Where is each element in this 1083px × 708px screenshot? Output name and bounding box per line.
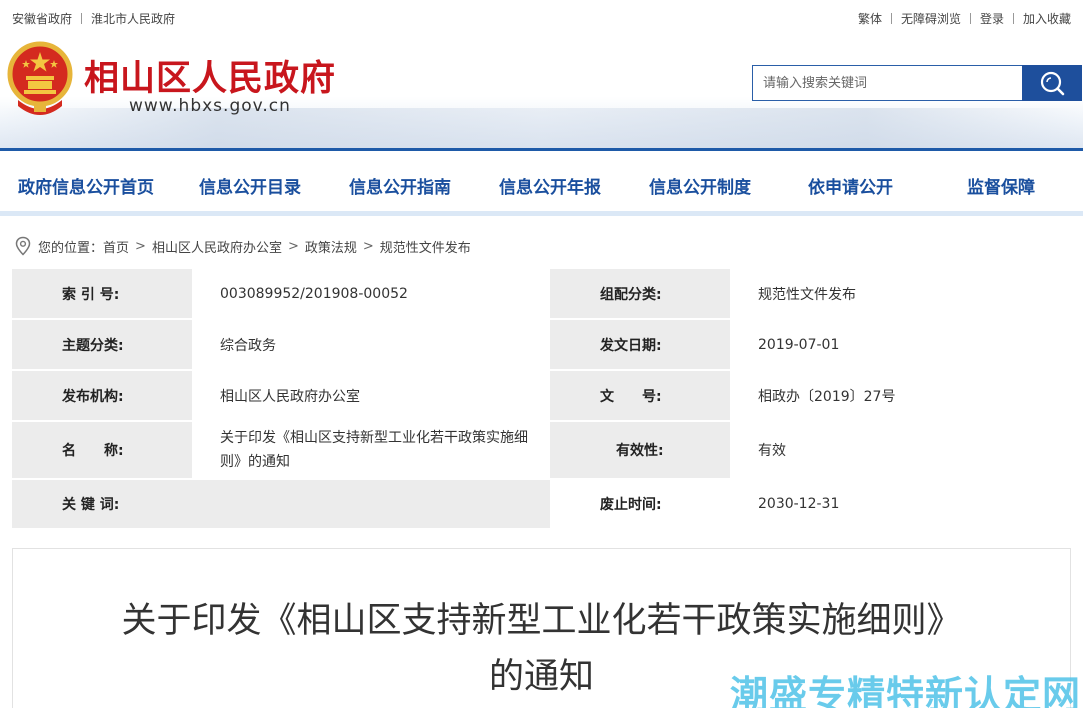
nav-item-disclosure-home[interactable]: 政府信息公开首页	[18, 173, 154, 198]
site-title[interactable]: 相山区人民政府	[84, 50, 336, 101]
value-expiry: 2030-12-31	[730, 480, 1071, 530]
divider	[969, 13, 971, 24]
label-expiry: 废止时间:	[550, 480, 730, 530]
nav-item-system[interactable]: 信息公开制度	[649, 173, 751, 198]
top-bar: 安徽省政府 淮北市人民政府 繁体 无障碍浏览 登录 加入收藏	[0, 0, 1083, 34]
nav-item-supervision[interactable]: 监督保障	[967, 173, 1035, 198]
table-row: 主题分类: 综合政务 发文日期: 2019-07-01	[12, 320, 1071, 371]
breadcrumb-policy[interactable]: 政策法规	[305, 237, 357, 256]
link-accessibility[interactable]: 无障碍浏览	[901, 10, 961, 27]
value-keywords	[192, 480, 550, 530]
breadcrumb: 您的位置： 首页 > 相山区人民政府办公室 > 政策法规 > 规范性文件发布	[14, 236, 471, 256]
breadcrumb-prefix: 您的位置：	[38, 240, 104, 256]
label-index-number: 索 引 号:	[12, 269, 192, 320]
value-validity: 有效	[730, 422, 1071, 480]
link-bookmark[interactable]: 加入收藏	[1023, 10, 1071, 27]
document-info-table: 索 引 号: 003089952/201908-00052 组配分类: 规范性文…	[12, 269, 1071, 530]
top-left-links: 安徽省政府 淮北市人民政府	[12, 10, 175, 27]
value-category: 规范性文件发布	[730, 269, 1071, 320]
label-topic: 主题分类:	[12, 320, 192, 371]
breadcrumb-office[interactable]: 相山区人民政府办公室	[152, 237, 282, 256]
article-title-line2: 的通知	[488, 657, 594, 697]
divider	[890, 13, 892, 24]
value-publisher: 相山区人民政府办公室	[192, 371, 550, 422]
chevron-right-icon: >	[362, 238, 374, 254]
link-traditional[interactable]: 繁体	[858, 10, 882, 27]
nav-item-application[interactable]: 依申请公开	[808, 173, 893, 198]
nav-item-catalog[interactable]: 信息公开目录	[199, 173, 301, 198]
article-title-line1: 关于印发《相山区支持新型工业化若干政策实施细则》	[121, 601, 962, 641]
search-box	[752, 65, 1082, 101]
location-pin-icon	[15, 236, 31, 256]
watermark-text: 潮盛专精特新认定网	[729, 673, 1081, 708]
link-login[interactable]: 登录	[980, 10, 1004, 27]
link-city-gov[interactable]: 淮北市人民政府	[91, 10, 175, 27]
label-keywords: 关 键 词:	[12, 480, 192, 530]
divider	[1012, 13, 1014, 24]
label-category: 组配分类:	[550, 269, 730, 320]
breadcrumb-current[interactable]: 规范性文件发布	[380, 237, 471, 256]
search-button[interactable]	[1022, 65, 1082, 101]
national-emblem-icon	[7, 41, 73, 115]
search-icon	[1040, 71, 1065, 96]
table-row: 发布机构: 相山区人民政府办公室 文 号: 相政办〔2019〕27号	[12, 371, 1071, 422]
label-issue-date: 发文日期:	[550, 320, 730, 371]
link-province-gov[interactable]: 安徽省政府	[12, 10, 72, 27]
nav-item-annual-report[interactable]: 信息公开年报	[499, 173, 601, 198]
chevron-right-icon: >	[135, 238, 146, 254]
value-name: 关于印发《相山区支持新型工业化若干政策实施细则》的通知	[192, 422, 550, 480]
top-right-links: 繁体 无障碍浏览 登录 加入收藏	[858, 10, 1071, 27]
breadcrumb-home[interactable]: 首页	[103, 237, 129, 256]
nav-item-guide[interactable]: 信息公开指南	[349, 173, 451, 198]
search-input[interactable]	[752, 65, 1022, 101]
main-nav: 政府信息公开首页 信息公开目录 信息公开指南 信息公开年报 信息公开制度 依申请…	[0, 148, 1083, 216]
table-row: 名 称: 关于印发《相山区支持新型工业化若干政策实施细则》的通知 有效性: 有效	[12, 422, 1071, 480]
value-document-number: 相政办〔2019〕27号	[730, 371, 1071, 422]
label-validity: 有效性:	[550, 422, 730, 480]
table-row: 关 键 词: 废止时间: 2030-12-31	[12, 480, 1071, 530]
value-issue-date: 2019-07-01	[730, 320, 1071, 371]
label-document-number: 文 号:	[550, 371, 730, 422]
value-index-number: 003089952/201908-00052	[192, 269, 550, 320]
divider	[81, 13, 83, 24]
table-row: 索 引 号: 003089952/201908-00052 组配分类: 规范性文…	[12, 269, 1071, 320]
value-topic: 综合政务	[192, 320, 550, 371]
site-header: 相山区人民政府 www.hbxs.gov.cn	[0, 34, 1083, 148]
label-name: 名 称:	[12, 422, 192, 480]
site-url: www.hbxs.gov.cn	[129, 96, 291, 116]
nav-underline	[0, 211, 1083, 216]
chevron-right-icon: >	[287, 238, 299, 254]
label-publisher: 发布机构:	[12, 371, 192, 422]
